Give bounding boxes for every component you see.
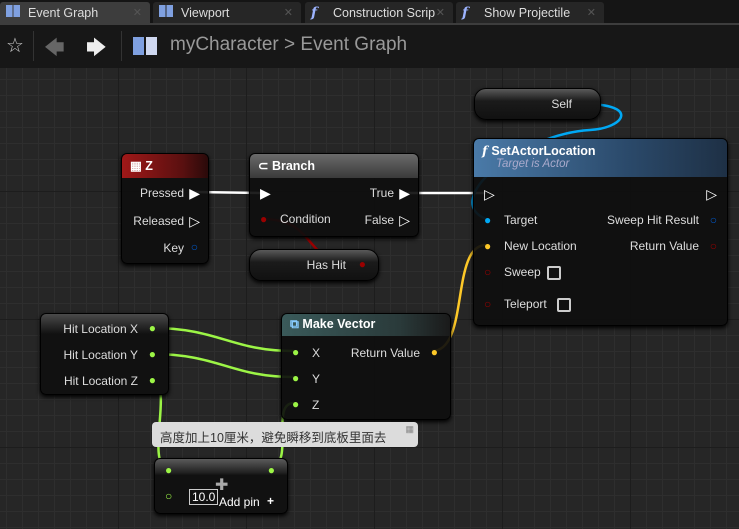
pin-label: Hit Location Z xyxy=(63,374,138,388)
teleport-pin[interactable]: ○ xyxy=(484,297,491,311)
pin-label: Released xyxy=(133,214,184,228)
function-icon: f xyxy=(482,143,488,158)
key-pin[interactable]: ○ xyxy=(191,240,198,254)
node-title: SetActorLocation xyxy=(491,144,596,158)
hit-location-y-pin[interactable]: ● xyxy=(149,347,156,361)
float-wire xyxy=(150,352,295,379)
branch-icon: ⊂ xyxy=(258,159,272,173)
pin-label: Sweep xyxy=(504,265,541,279)
pin-label: Y xyxy=(312,372,321,386)
node-subtitle: Target is Actor xyxy=(496,158,570,170)
pin-label: Hit Location Y xyxy=(63,348,139,362)
pin-label: Return Value xyxy=(350,346,420,360)
add-pin-label[interactable]: Add pin xyxy=(219,495,260,509)
node-title: Make Vector xyxy=(302,317,376,331)
has-hit-pin[interactable]: ● xyxy=(359,257,366,271)
x-pin[interactable]: ● xyxy=(292,345,299,359)
exec-in-pin[interactable]: ▶ xyxy=(260,185,271,202)
has-hit-label: Has Hit xyxy=(306,258,346,272)
set-actor-location-node[interactable]: f SetActorLocation Target is Actor ▷ ▷ ● … xyxy=(473,138,728,326)
float-wire xyxy=(150,326,295,353)
false-exec-pin[interactable]: ▷ xyxy=(399,212,410,229)
keyboard-icon: ▦ xyxy=(130,159,146,173)
pin-label: Pressed xyxy=(139,186,184,200)
exec-out-pin[interactable]: ▷ xyxy=(706,186,717,203)
sweep-hit-result-pin[interactable]: ○ xyxy=(710,213,717,227)
sweep-checkbox[interactable] xyxy=(547,266,561,280)
add-float-node[interactable]: ● ● ✚ ○ 10.0 Add pin + xyxy=(154,458,288,514)
pin-label: Condition xyxy=(280,212,331,226)
pin-label: Return Value xyxy=(629,239,699,253)
pin-label: New Location xyxy=(504,239,577,253)
new-location-pin[interactable]: ● xyxy=(484,239,491,253)
branch-node[interactable]: ⊂ Branch ▶ True ▶ ● Condition False ▷ xyxy=(249,153,419,237)
condition-pin[interactable]: ● xyxy=(260,212,267,226)
z-pin[interactable]: ● xyxy=(292,397,299,411)
pin-label: Key xyxy=(163,241,184,255)
pin-comment-icon[interactable]: ▦ xyxy=(405,424,414,435)
input-b-pin[interactable]: ○ xyxy=(165,489,172,503)
pin-label: Teleport xyxy=(504,297,547,311)
output-pin[interactable]: ● xyxy=(268,463,275,477)
pressed-exec-pin[interactable]: ▶ xyxy=(189,185,200,202)
return-value-pin[interactable]: ○ xyxy=(710,239,717,253)
y-pin[interactable]: ● xyxy=(292,371,299,385)
comment-bubble[interactable]: 高度加上10厘米，避免瞬移到底板里面去 ▦ xyxy=(152,422,418,447)
hit-location-z-pin[interactable]: ● xyxy=(149,373,156,387)
return-value-pin[interactable]: ● xyxy=(431,345,438,359)
make-vector-node[interactable]: ⧉ Make Vector ● X Return Value ● ● Y ● Z xyxy=(281,313,451,420)
hit-location-node[interactable]: Hit Location X ● Hit Location Y ● Hit Lo… xyxy=(40,313,169,395)
target-pin[interactable]: ● xyxy=(484,213,491,227)
pin-label: Target xyxy=(504,213,538,227)
exec-in-pin[interactable]: ▷ xyxy=(484,186,495,203)
pin-label: False xyxy=(364,213,394,227)
teleport-checkbox[interactable] xyxy=(557,298,571,312)
hit-location-x-pin[interactable]: ● xyxy=(149,321,156,335)
pin-label: Z xyxy=(312,398,320,412)
self-node[interactable]: Self xyxy=(474,88,601,120)
self-label: Self xyxy=(551,97,572,111)
released-exec-pin[interactable]: ▷ xyxy=(189,213,200,230)
sweep-pin[interactable]: ○ xyxy=(484,265,491,279)
input-a-pin[interactable]: ● xyxy=(165,463,172,477)
comment-text: 高度加上10厘米，避免瞬移到底板里面去 xyxy=(160,431,387,445)
plus-icon[interactable]: + xyxy=(267,494,274,508)
pin-label: Sweep Hit Result xyxy=(606,213,699,227)
make-struct-icon: ⧉ xyxy=(290,317,303,331)
value-input[interactable]: 10.0 xyxy=(189,489,219,505)
pin-label: Hit Location X xyxy=(63,322,138,336)
key-z-event-node[interactable]: ▦ Z Pressed ▶ Released ▷ Key ○ xyxy=(121,153,209,264)
pin-label: True xyxy=(369,186,394,200)
true-exec-pin[interactable]: ▶ xyxy=(399,185,410,202)
has-hit-node[interactable]: Has Hit ● xyxy=(249,249,379,281)
pin-label: X xyxy=(312,346,321,360)
node-title: Z xyxy=(145,159,153,173)
node-title: Branch xyxy=(271,159,316,173)
